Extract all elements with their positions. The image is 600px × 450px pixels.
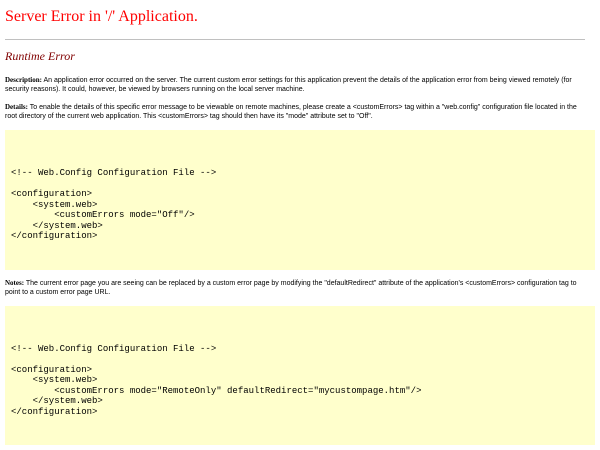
code-line: </system.web> <box>11 220 103 231</box>
details-text: To enable the details of this specific e… <box>5 104 577 120</box>
notes-text: The current error page you are seeing ca… <box>5 279 577 296</box>
error-subtitle: Runtime Error <box>5 49 75 63</box>
page-title: Server Error in '/' Application. <box>5 8 198 25</box>
code-line: <system.web> <box>11 375 98 385</box>
notes-paragraph: Notes: The current error page you are se… <box>5 279 585 297</box>
code-line: <system.web> <box>11 199 98 210</box>
details-label: Details: <box>5 103 28 111</box>
title-divider <box>5 39 585 40</box>
code-line: </configuration> <box>11 231 98 241</box>
code-line: <configuration> <box>11 364 93 375</box>
config-code-block-remote: <!-- Web.Config Configuration File --> <c… <box>5 305 595 445</box>
code-line: <customErrors mode="RemoteOnly" defaultR… <box>11 385 422 396</box>
notes-label: Notes: <box>5 278 25 287</box>
code-line: <!-- Web.Config Configuration File --> <box>11 343 217 354</box>
code-line: </configuration> <box>11 406 98 417</box>
code-line: <customErrors mode="Off"/> <box>11 210 195 220</box>
code-line: <!-- Web.Config Configuration File --> <box>11 168 217 178</box>
code-line: <configuration> <box>11 189 93 199</box>
description-paragraph: Description: An application error occurr… <box>5 76 585 94</box>
error-page: Server Error in '/' Application. Runtime… <box>0 0 595 445</box>
description-text: An application error occurred on the ser… <box>5 77 572 93</box>
details-paragraph: Details: To enable the details of this s… <box>5 103 585 121</box>
config-code-block-off: <!-- Web.Config Configuration File --> <c… <box>5 130 595 270</box>
description-label: Description: <box>5 76 42 84</box>
code-line: </system.web> <box>11 396 103 406</box>
